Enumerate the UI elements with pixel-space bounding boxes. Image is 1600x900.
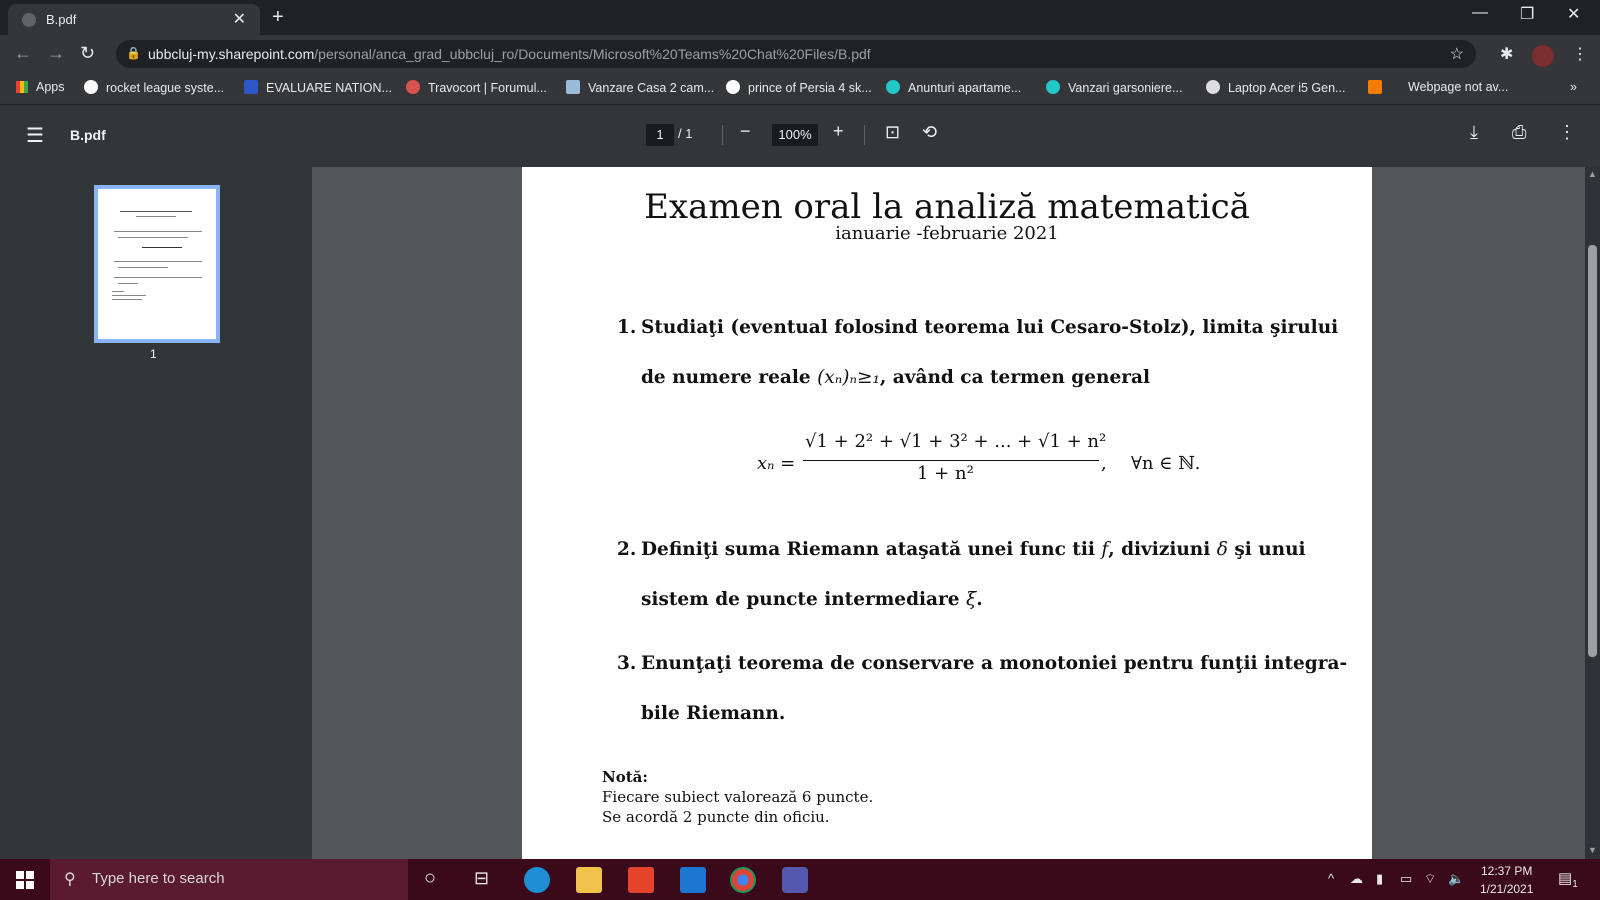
cortana-icon[interactable]: ○ <box>424 867 436 890</box>
restore-icon[interactable]: ❐ <box>1520 4 1534 24</box>
pdf-toolbar: ☰ B.pdf 1 / 1 − 100% + ⊡ ⟲ ⤓ ⎙ ⋮ <box>0 105 1600 167</box>
note-line: Fiecare subiect valorează 6 puncte. <box>602 788 874 806</box>
bookmark-item[interactable]: Anunturi apartame... <box>886 80 1021 95</box>
bookmark-star-icon[interactable]: ☆ <box>1450 44 1464 64</box>
more-menu-icon[interactable]: ⋮ <box>1572 44 1588 64</box>
hamburger-menu-icon[interactable]: ☰ <box>26 123 44 148</box>
bookmark-apps[interactable]: Apps <box>16 80 65 94</box>
bookmark-item[interactable]: Vanzari garsoniere... <box>1046 80 1182 95</box>
page-number-input[interactable]: 1 <box>646 124 674 146</box>
shield-icon <box>406 80 420 94</box>
google-icon <box>84 80 98 94</box>
search-icon: ⚲ <box>64 871 76 888</box>
print-icon[interactable]: ⎙ <box>1512 122 1526 143</box>
olx-icon <box>886 80 900 94</box>
download-icon[interactable]: ⤓ <box>1470 122 1478 143</box>
globe-icon <box>22 13 36 27</box>
bookmark-item[interactable]: prince of Persia 4 sk... <box>726 80 872 95</box>
document-title: Examen oral la analiză matematică <box>644 187 1250 227</box>
divider <box>864 125 865 145</box>
system-clock[interactable]: 12:37 PM 1/21/2021 <box>1480 862 1533 898</box>
thumbnail-sidebar: 1 <box>0 167 312 859</box>
note-line: Se acordă 2 puncte din oficiu. <box>602 808 830 826</box>
search-placeholder: Type here to search <box>92 870 225 887</box>
extensions-icon[interactable]: ✱ <box>1500 44 1513 64</box>
close-tab-icon[interactable]: ✕ <box>233 9 246 29</box>
wifi-icon[interactable]: ⌔ <box>1424 871 1436 887</box>
taskbar-search[interactable]: ⚲ Type here to search <box>50 859 408 900</box>
more-bookmarks-icon[interactable]: » <box>1570 80 1577 94</box>
new-tab-icon[interactable]: + <box>272 6 284 29</box>
thumbnail-page-number: 1 <box>150 347 157 361</box>
office-icon[interactable] <box>628 867 654 893</box>
browser-tab[interactable]: B.pdf ✕ <box>8 4 260 35</box>
note-block: Notă: Fiecare subiect valorează 6 puncte… <box>602 767 873 827</box>
zoom-out-icon[interactable]: − <box>740 121 751 142</box>
bookmarks-bar: Apps rocket league syste... EVALUARE NAT… <box>0 72 1600 105</box>
pdf-more-menu-icon[interactable]: ⋮ <box>1558 122 1576 143</box>
site-icon <box>244 80 258 94</box>
fit-page-icon[interactable]: ⊡ <box>885 122 900 143</box>
page-thumbnail[interactable] <box>94 185 220 343</box>
bookmark-item[interactable]: Vanzare Casa 2 cam... <box>566 80 714 95</box>
bookmark-item[interactable] <box>1368 80 1390 95</box>
note-heading: Notă: <box>602 768 648 786</box>
back-icon[interactable]: ← <box>14 43 32 64</box>
pdf-file-name: B.pdf <box>70 127 106 143</box>
bookmark-item[interactable]: EVALUARE NATION... <box>244 80 392 95</box>
scrollbar-thumb[interactable] <box>1588 245 1597 657</box>
rotate-icon[interactable]: ⟲ <box>922 122 937 143</box>
notification-center-icon[interactable]: ▤1 <box>1558 869 1578 890</box>
minimize-icon[interactable]: — <box>1472 4 1488 22</box>
zoom-in-icon[interactable]: + <box>833 121 844 142</box>
file-explorer-icon[interactable] <box>576 867 602 893</box>
lock-icon: 🔒 <box>126 46 141 60</box>
bookmark-item[interactable]: Laptop Acer i5 Gen... <box>1206 80 1345 95</box>
teams-icon[interactable] <box>782 867 808 893</box>
volume-icon[interactable]: 🔈 <box>1448 871 1464 887</box>
windows-taskbar: ⚲ Type here to search ○ ⊟ ^ ☁ ▮ ▭ ⌔ 🔈 12… <box>0 859 1600 900</box>
task-view-icon[interactable]: ⊟ <box>474 868 489 889</box>
page-total: / 1 <box>678 126 693 141</box>
notification-count: 1 <box>1572 879 1578 890</box>
divider <box>722 125 723 145</box>
profile-avatar[interactable] <box>1532 45 1554 67</box>
blogger-icon <box>1368 80 1382 94</box>
bookmark-item[interactable]: Webpage not av... <box>1408 80 1508 94</box>
onedrive-icon[interactable]: ☁ <box>1350 871 1363 887</box>
reload-icon[interactable]: ↻ <box>80 43 95 64</box>
close-window-icon[interactable]: ✕ <box>1567 4 1580 24</box>
url-text[interactable]: ubbcluj-my.sharepoint.com/personal/anca_… <box>148 46 871 62</box>
pdf-page: Examen oral la analiză matematică ianuar… <box>522 167 1372 859</box>
bookmark-item[interactable]: Travocort | Forumul... <box>406 80 547 95</box>
browser-toolbar: ← → ↻ 🔒 ubbcluj-my.sharepoint.com/person… <box>0 35 1600 72</box>
edge-icon[interactable] <box>524 867 550 893</box>
document-subtitle: ianuarie -februarie 2021 <box>835 223 1059 244</box>
zoom-level-input[interactable]: 100% <box>772 124 818 146</box>
scroll-down-icon: ▼ <box>1588 845 1597 855</box>
vertical-scrollbar[interactable]: ▲ ▼ <box>1585 167 1600 859</box>
site-icon <box>566 80 580 94</box>
bookmark-item[interactable]: rocket league syste... <box>84 80 224 95</box>
olx-icon <box>1206 80 1220 94</box>
microphone-icon[interactable]: ▮ <box>1376 871 1383 887</box>
tab-title: B.pdf <box>46 12 77 27</box>
tab-strip: B.pdf ✕ + — ❐ ✕ <box>0 0 1600 35</box>
address-bar[interactable]: 🔒 ubbcluj-my.sharepoint.com/personal/anc… <box>116 40 1476 68</box>
scroll-up-icon: ▲ <box>1588 169 1597 179</box>
battery-icon[interactable]: ▭ <box>1400 871 1412 887</box>
pdf-viewer[interactable]: Examen oral la analiză matematică ianuar… <box>312 167 1585 859</box>
chrome-icon[interactable] <box>730 867 756 893</box>
olx-icon <box>1046 80 1060 94</box>
mail-icon[interactable] <box>680 867 706 893</box>
chevron-up-icon[interactable]: ^ <box>1328 871 1334 886</box>
windows-start-icon[interactable] <box>16 871 34 889</box>
google-icon <box>726 80 740 94</box>
apps-grid-icon <box>16 81 28 93</box>
forward-icon[interactable]: → <box>47 43 65 64</box>
